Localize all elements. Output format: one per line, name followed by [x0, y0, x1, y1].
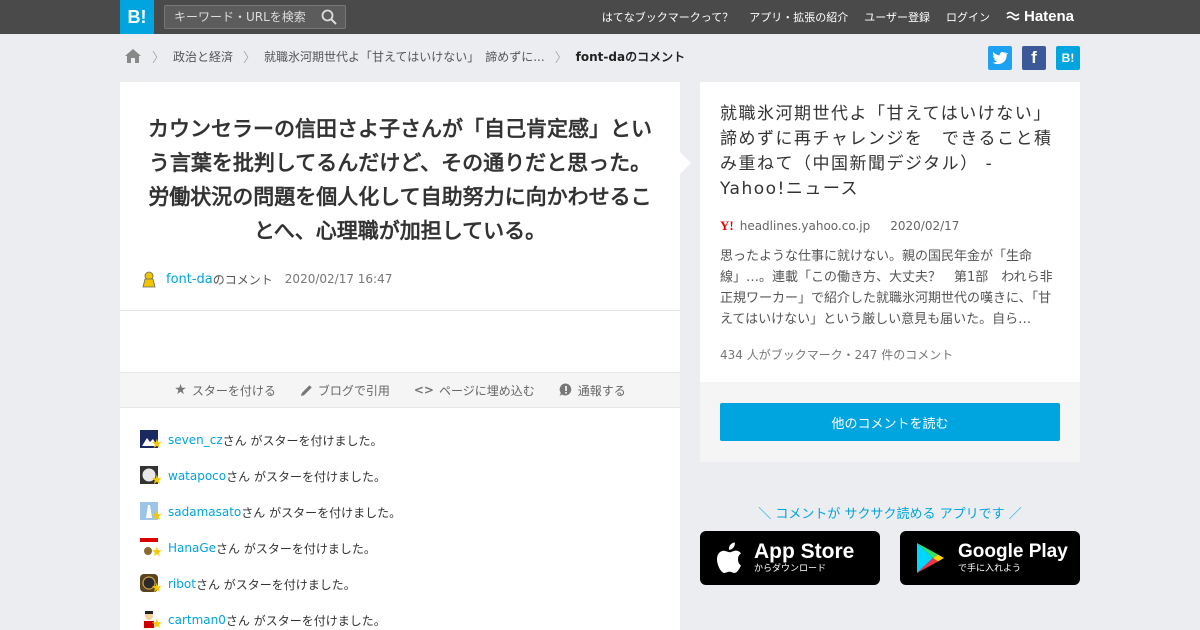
breadcrumb-category[interactable]: 政治と経済: [173, 48, 233, 65]
divider: [120, 310, 680, 311]
star-username[interactable]: watapoco: [168, 469, 226, 483]
star-icon: ★: [151, 581, 163, 596]
star-message: さん がスターを付けました。: [241, 505, 402, 520]
comment-datetime[interactable]: 2020/02/17 16:47: [285, 272, 393, 286]
star-icon: ★: [151, 473, 163, 488]
list-item: ★ HanaGe さん がスターを付けました。: [140, 530, 401, 566]
hatena-brand-label: Hatena: [1024, 8, 1075, 25]
star-username[interactable]: seven_cz: [168, 433, 223, 447]
hatena-bookmark-icon: B!: [1061, 51, 1075, 65]
star-username[interactable]: ribot: [168, 577, 196, 591]
star-message: さん がスターを付けました。: [226, 469, 386, 484]
article-card: 就職氷河期世代よ「甘えてはいけない」 諦めずに再チャレンジを できること積み重ね…: [700, 82, 1080, 382]
star-list: ★ seven_cz さん がスターを付けました。 ★ watapoco さん がス…: [140, 422, 401, 630]
chevron-right-icon: 〉: [243, 50, 257, 66]
chevron-right-icon: 〉: [152, 50, 166, 66]
embed-label: ページに埋め込む: [438, 383, 535, 398]
list-item: ★ watapoco さん がスターを付けました。: [140, 458, 401, 494]
app-store-label: App Store: [754, 540, 855, 563]
star-message: さん がスターを付けました。: [195, 577, 356, 592]
comment-card: カウンセラーの信田さよ子さんが「自己肯定感」という言葉を批判してるんだけど、その…: [120, 82, 680, 630]
code-icon: <>: [413, 383, 434, 397]
nav-login[interactable]: ログイン: [946, 9, 990, 25]
blog-quote-label: ブログで引用: [317, 383, 390, 398]
nav-about[interactable]: はてなブックマークって？: [602, 9, 733, 25]
hatena-bookmark-logo[interactable]: B!: [120, 0, 154, 34]
comment-author: font-da のコメント 2020/02/17 16:47: [140, 270, 392, 288]
hatena-bookmark-share-button[interactable]: B!: [1056, 46, 1080, 70]
search-box[interactable]: [164, 5, 346, 29]
facebook-icon: f: [1031, 48, 1037, 67]
star-message: さん がスターを付けました。: [225, 613, 386, 628]
top-nav: はてなブックマークって？ アプリ・拡張の紹介 ユーザー登録 ログイン: [602, 0, 990, 34]
read-other-comments-button[interactable]: 他のコメントを読む: [720, 403, 1060, 441]
chevron-right-icon: 〉: [554, 50, 568, 66]
twitter-share-button[interactable]: [988, 46, 1012, 70]
app-promo-text: ＼ コメントが サクサク読める アプリです ／: [758, 507, 1022, 522]
star-message: さん がスターを付けました。: [222, 433, 383, 448]
list-item: ★ ribot さん がスターを付けました。: [140, 566, 401, 602]
article-date: 2020/02/17: [890, 219, 960, 233]
comment-actions: ★ スターを付ける ブログで引用 <> ページに埋め込む 通報する: [120, 372, 680, 408]
yahoo-logo-icon: Y!: [720, 218, 734, 233]
nav-apps[interactable]: アプリ・拡張の紹介: [749, 9, 848, 25]
star-icon: ★: [151, 545, 163, 560]
list-item: ★ sadamasato さん がスターを付けました。: [140, 494, 401, 530]
nav-register[interactable]: ユーザー登録: [864, 9, 930, 25]
breadcrumb: 〉 政治と経済 〉 就職氷河期世代よ「甘えてはいけない」 諦めずに... 〉 f…: [124, 46, 685, 66]
comment-suffix: のコメント: [212, 272, 273, 287]
avatar[interactable]: [140, 270, 158, 288]
google-play-button[interactable]: Google Play で手に入れよう: [900, 531, 1080, 585]
star-username[interactable]: sadamasato: [168, 505, 241, 519]
google-play-icon: [917, 543, 944, 573]
star-icon: ★: [151, 509, 163, 524]
list-item: ★ cartman0 さん がスターを付けました。: [140, 602, 401, 630]
report-button[interactable]: 通報する: [559, 382, 626, 399]
article-domain[interactable]: headlines.yahoo.co.jp: [740, 219, 871, 233]
star-username[interactable]: HanaGe: [168, 541, 216, 555]
twitter-icon: [992, 51, 1008, 65]
article-excerpt: 思ったような仕事に就けない。親の国民年金が「生命線」…。連載「この働き方、大丈夫…: [720, 249, 1053, 327]
report-label: 通報する: [577, 383, 626, 398]
star-username[interactable]: cartman0: [168, 613, 226, 627]
blog-quote-button[interactable]: ブログで引用: [300, 382, 390, 399]
report-icon: [559, 383, 571, 396]
apple-icon: [717, 542, 741, 573]
star-icon: ★: [174, 382, 187, 398]
list-item: ★ seven_cz さん がスターを付けました。: [140, 422, 401, 458]
callout-arrow: [680, 152, 691, 174]
embed-button[interactable]: <> ページに埋め込む: [414, 382, 535, 399]
google-play-label: Google Play: [958, 541, 1068, 562]
app-store-sublabel: からダウンロード: [754, 564, 827, 574]
top-bar: B! はてなブックマークって？ アプリ・拡張の紹介 ユーザー登録 ログイン Ha…: [0, 0, 1200, 34]
add-star-button[interactable]: ★ スターを付ける: [174, 382, 276, 399]
hatena-brand[interactable]: Hatena: [1006, 8, 1074, 25]
article-title[interactable]: 就職氷河期世代よ「甘えてはいけない」 諦めずに再チャレンジを できること積み重ね…: [720, 102, 1062, 202]
search-input[interactable]: [165, 6, 315, 28]
home-icon[interactable]: [124, 48, 142, 64]
search-icon[interactable]: [321, 9, 337, 25]
read-more-panel: 他のコメントを読む: [700, 382, 1080, 462]
add-star-label: スターを付ける: [191, 383, 276, 398]
hatena-wave-icon: [1006, 11, 1020, 20]
app-store-button[interactable]: App Store からダウンロード: [700, 531, 880, 585]
article-meta: Y! headlines.yahoo.co.jp 2020/02/17: [720, 218, 959, 234]
google-play-sublabel: で手に入れよう: [958, 564, 1022, 574]
bookmark-counts[interactable]: 434 人がブックマーク・247 件のコメント: [720, 346, 953, 363]
comment-username[interactable]: font-da: [166, 272, 213, 287]
pencil-icon: [300, 384, 312, 396]
breadcrumb-article[interactable]: 就職氷河期世代よ「甘えてはいけない」 諦めずに...: [264, 48, 545, 65]
star-icon: ★: [151, 617, 163, 630]
comment-text: カウンセラーの信田さよ子さんが「自己肯定感」という言葉を批判してるんだけど、その…: [148, 117, 652, 243]
star-icon: ★: [151, 437, 163, 452]
facebook-share-button[interactable]: f: [1022, 46, 1046, 70]
star-message: さん がスターを付けました。: [216, 541, 376, 556]
breadcrumb-current: font-daのコメント: [575, 49, 686, 64]
